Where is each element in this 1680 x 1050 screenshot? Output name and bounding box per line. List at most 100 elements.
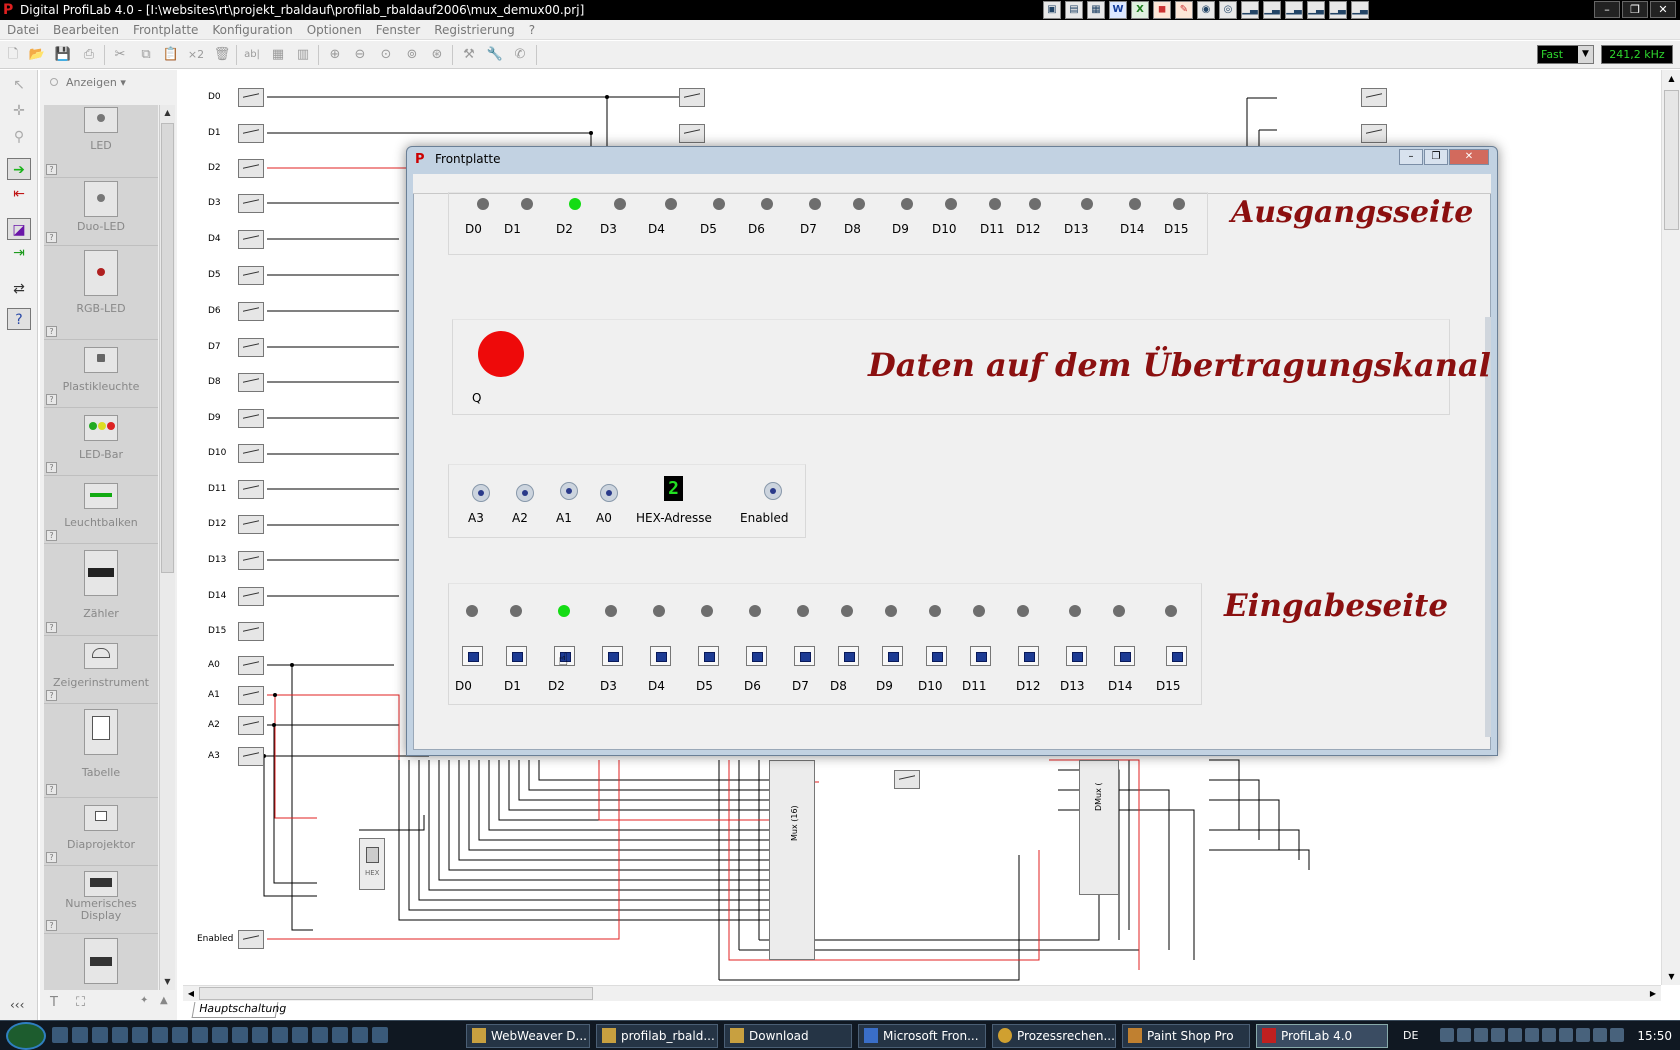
- menu-frontplatte[interactable]: Frontplatte: [126, 20, 205, 39]
- palette-scrollbar[interactable]: ▲ ▼: [159, 105, 175, 990]
- quicklaunch-icon[interactable]: [52, 1027, 68, 1043]
- input-button-d11[interactable]: [970, 646, 991, 666]
- quicklaunch-icon[interactable]: [352, 1027, 368, 1043]
- mux-block[interactable]: Mux (16): [769, 760, 815, 960]
- scrollbar-thumb[interactable]: [1664, 90, 1679, 230]
- palette-item-led[interactable]: LED ?: [44, 105, 158, 178]
- menu-help[interactable]: ?: [522, 20, 542, 39]
- quicklaunch-icon[interactable]: [112, 1027, 128, 1043]
- palette-item-zaehler[interactable]: Zähler ?: [44, 544, 158, 636]
- palette-item-tabelle[interactable]: Tabelle ?: [44, 704, 158, 798]
- wrench-icon[interactable]: 🔧: [486, 46, 504, 64]
- excel-icon[interactable]: X: [1131, 1, 1149, 19]
- tray-icon[interactable]: [1559, 1028, 1573, 1042]
- probe-icon[interactable]: ✆: [511, 46, 529, 64]
- paste-icon[interactable]: 📋: [162, 46, 180, 64]
- help-icon[interactable]: ?: [46, 394, 57, 405]
- export-icon[interactable]: ⇥: [7, 242, 31, 264]
- quicklaunch-icon[interactable]: [172, 1027, 188, 1043]
- taskbar-item-download[interactable]: Download: [724, 1024, 852, 1048]
- chart-shortcut-icon[interactable]: ▁▃: [1285, 1, 1303, 19]
- crosshair-icon[interactable]: ✛: [7, 100, 31, 122]
- help-icon[interactable]: ?: [46, 530, 57, 541]
- scroll-down-icon[interactable]: ▼: [160, 974, 175, 990]
- switch-symbol[interactable]: [238, 587, 264, 606]
- palette-item-numerisches-display[interactable]: Numerisches Display ?: [44, 866, 158, 934]
- quicklaunch-icon[interactable]: [312, 1027, 328, 1043]
- tray-icon[interactable]: [1542, 1028, 1556, 1042]
- text-tool-icon[interactable]: T: [50, 995, 58, 1010]
- quicklaunch-icon[interactable]: [212, 1027, 228, 1043]
- canvas-vertical-scrollbar[interactable]: ▲ ▼: [1661, 70, 1680, 985]
- zoom-fit-icon[interactable]: ⊙: [377, 46, 395, 64]
- input-button-d9[interactable]: [882, 646, 903, 666]
- palette-item-text-display[interactable]: [44, 934, 158, 990]
- switch-symbol[interactable]: [238, 88, 264, 107]
- move-up-icon[interactable]: ▲: [160, 995, 168, 1006]
- quicklaunch-icon[interactable]: [92, 1027, 108, 1043]
- menu-bearbeiten[interactable]: Bearbeiten: [46, 20, 126, 39]
- taskbar-item-profilab[interactable]: ProfiLab 4.0: [1256, 1024, 1388, 1048]
- taskbar-item-profilab-folder[interactable]: profilab_rbald...: [596, 1024, 718, 1048]
- input-button-d12[interactable]: [1018, 646, 1039, 666]
- address-switch-a3[interactable]: [472, 484, 490, 502]
- app-shortcut-icon[interactable]: ✎: [1175, 1, 1193, 19]
- component-swap-icon[interactable]: ⇄: [7, 278, 31, 300]
- quicklaunch-icon[interactable]: [72, 1027, 88, 1043]
- grid-icon[interactable]: ▦: [269, 46, 287, 64]
- switch-symbol[interactable]: [238, 444, 264, 463]
- select-pointer-icon[interactable]: ↖: [7, 74, 31, 96]
- zoom-area-icon[interactable]: ⊚: [403, 46, 421, 64]
- switch-symbol[interactable]: [238, 409, 264, 428]
- help-icon[interactable]: ?: [46, 326, 57, 337]
- switch-symbol[interactable]: [238, 194, 264, 213]
- led-symbol[interactable]: [1361, 88, 1387, 107]
- switch-symbol[interactable]: [238, 480, 264, 499]
- switch-symbol[interactable]: [238, 622, 264, 641]
- chart-shortcut-icon[interactable]: ▁▃: [1329, 1, 1347, 19]
- help-pointer-icon[interactable]: ?: [7, 308, 31, 330]
- open-folder-icon[interactable]: 📂: [28, 46, 46, 64]
- chevron-down-icon[interactable]: ▾: [120, 76, 126, 89]
- scroll-down-icon[interactable]: ▼: [1662, 968, 1680, 985]
- input-button-d1[interactable]: [506, 646, 527, 666]
- quicklaunch-icon[interactable]: [192, 1027, 208, 1043]
- chart-shortcut-icon[interactable]: ▁▃: [1307, 1, 1325, 19]
- help-icon[interactable]: ?: [46, 232, 57, 243]
- tray-icon[interactable]: [1474, 1028, 1488, 1042]
- app-shortcut-icon[interactable]: ◎: [1219, 1, 1237, 19]
- frontplatte-titlebar[interactable]: P Frontplatte – ❐ ✕: [407, 147, 1497, 173]
- help-icon[interactable]: ?: [46, 852, 57, 863]
- palette-item-plastikleuchte[interactable]: Plastikleuchte ?: [44, 340, 158, 408]
- chart-shortcut-icon[interactable]: ▁▃: [1263, 1, 1281, 19]
- taskbar-item-webweaver[interactable]: WebWeaver D...: [466, 1024, 590, 1048]
- palette-item-led-bar[interactable]: LED-Bar ?: [44, 408, 158, 476]
- label-tool-button[interactable]: ab|: [243, 46, 261, 64]
- demux-block[interactable]: DMux (: [1079, 760, 1119, 895]
- run-simulation-icon[interactable]: ➔: [7, 158, 31, 180]
- binoculars-icon[interactable]: ⛶: [76, 995, 85, 1010]
- palette-item-diaprojektor[interactable]: Diaprojektor ?: [44, 798, 158, 866]
- switch-symbol[interactable]: [238, 686, 264, 705]
- led-symbol[interactable]: [894, 770, 920, 789]
- menu-konfiguration[interactable]: Konfiguration: [205, 20, 299, 39]
- tray-icon[interactable]: [1457, 1028, 1471, 1042]
- menu-optionen[interactable]: Optionen: [300, 20, 369, 39]
- tray-icon[interactable]: [1593, 1028, 1607, 1042]
- switch-symbol[interactable]: [238, 266, 264, 285]
- app-shortcut-icon[interactable]: ◼: [1153, 1, 1171, 19]
- tray-icon[interactable]: [1525, 1028, 1539, 1042]
- scrollbar-thumb[interactable]: [161, 123, 174, 573]
- help-icon[interactable]: ?: [46, 920, 57, 931]
- simulation-speed-select[interactable]: Fast ▼: [1537, 45, 1594, 64]
- minimize-icon[interactable]: –: [1399, 149, 1423, 165]
- close-icon[interactable]: ✕: [1650, 1, 1676, 18]
- chevron-down-icon[interactable]: ▼: [1578, 46, 1593, 63]
- switch-symbol[interactable]: [238, 124, 264, 143]
- close-icon[interactable]: ✕: [1449, 149, 1489, 165]
- menu-fenster[interactable]: Fenster: [369, 20, 428, 39]
- taskbar-item-prozessrechen[interactable]: Prozessrechen...: [992, 1024, 1116, 1048]
- input-button-d13[interactable]: [1066, 646, 1087, 666]
- app-shortcut-icon[interactable]: ▦: [1087, 1, 1105, 19]
- switch-symbol[interactable]: [238, 716, 264, 735]
